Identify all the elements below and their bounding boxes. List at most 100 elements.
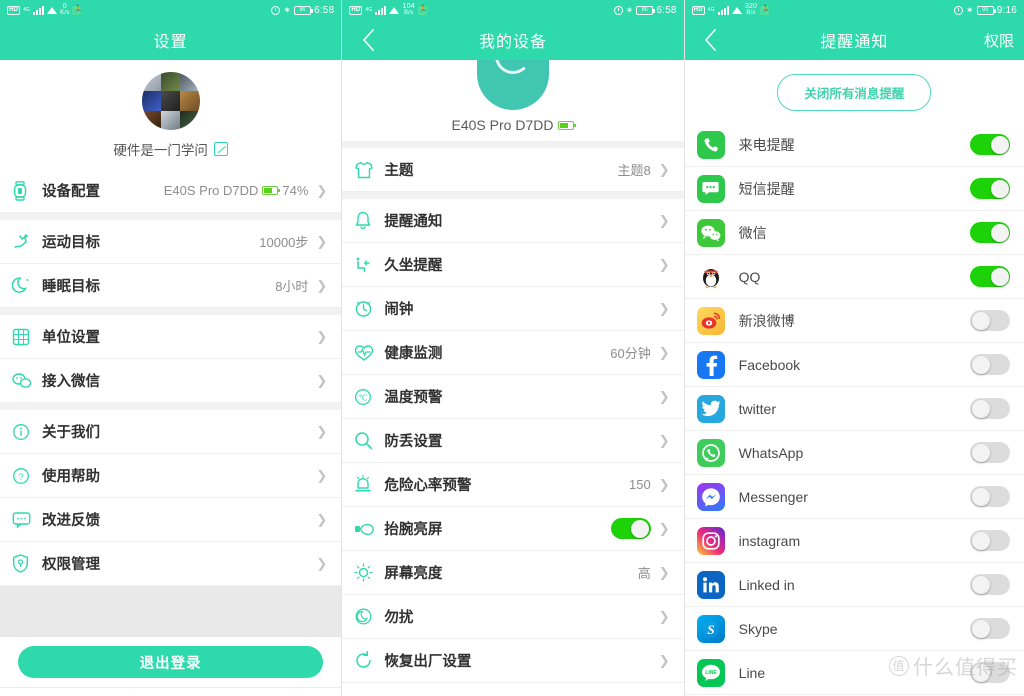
chevron-right-icon: ❯ xyxy=(658,389,670,404)
app-toggle[interactable] xyxy=(970,618,1010,639)
device-row-brightness[interactable]: 屏幕亮度 高 ❯ xyxy=(342,551,684,595)
device-row-hr-alert[interactable]: 危险心率预警 150 ❯ xyxy=(342,463,684,507)
device-row-antilost[interactable]: 防丢设置 ❯ xyxy=(342,419,684,463)
settings-row-about[interactable]: 关于我们 ❯ xyxy=(0,410,342,454)
device-row-camera[interactable]: 拍照 ❯ xyxy=(342,683,684,696)
app-row-call[interactable]: 来电提醒 xyxy=(684,123,1024,167)
app-row-facebook[interactable]: Facebook xyxy=(684,343,1024,387)
device-row-label: 防丢设置 xyxy=(384,434,443,450)
app-row-qq[interactable]: QQ xyxy=(684,255,1024,299)
page-title: 我的设备 xyxy=(478,34,547,51)
device-row-raise-wrist[interactable]: 抬腕亮屏 ❯ xyxy=(342,507,684,551)
brightness-icon xyxy=(354,563,380,582)
device-row-health[interactable]: 健康监测 60分钟 ❯ xyxy=(342,331,684,375)
pencil-edit-icon[interactable] xyxy=(213,142,228,156)
chevron-right-icon: ❯ xyxy=(658,609,670,624)
app-toggle[interactable] xyxy=(970,442,1010,463)
tab-care[interactable]: 关爱 xyxy=(171,688,256,696)
tab-home[interactable]: 主页 xyxy=(0,688,85,696)
chevron-right-icon: ❯ xyxy=(658,257,670,272)
app-name: Skype xyxy=(738,620,778,637)
tab-sport[interactable]: 运动 xyxy=(85,688,170,696)
svg-text:S: S xyxy=(707,622,714,637)
device-row-theme[interactable]: 主题 主题8 ❯ xyxy=(342,148,684,192)
device-row-label: 提醒通知 xyxy=(384,214,443,230)
app-row-wechat[interactable]: 微信 xyxy=(684,211,1024,255)
app-toggle[interactable] xyxy=(970,398,1010,419)
permissions-button[interactable]: 权限 xyxy=(984,30,1014,51)
settings-row-wechat[interactable]: 接入微信 ❯ xyxy=(0,359,342,403)
settings-row-label: 权限管理 xyxy=(42,557,100,573)
network-type-label: 4G xyxy=(23,7,31,13)
phone-call-icon xyxy=(696,130,725,159)
avatar[interactable] xyxy=(141,72,200,130)
settings-row-label: 改进反馈 xyxy=(42,513,100,529)
header-my-device: 我的设备 xyxy=(342,20,684,60)
wechat-icon xyxy=(12,372,38,389)
svg-text:℃: ℃ xyxy=(359,393,368,402)
app-name: 短信提醒 xyxy=(738,180,795,197)
list-filler xyxy=(0,586,342,637)
app-row-skype[interactable]: S Skype xyxy=(684,607,1024,651)
profile-block[interactable]: 硬件是一门学问 xyxy=(0,60,342,169)
sport-app-icon xyxy=(72,5,82,15)
app-toggle[interactable] xyxy=(970,486,1010,507)
list-gap xyxy=(342,192,684,199)
header-settings: 设置 xyxy=(0,20,342,60)
messenger-icon xyxy=(696,482,725,511)
app-row-linkedin[interactable]: Linked in xyxy=(684,563,1024,607)
moon-sleep-icon xyxy=(12,276,38,295)
app-row-sms[interactable]: 短信提醒 xyxy=(684,167,1024,211)
app-toggle[interactable] xyxy=(970,266,1010,287)
tab-settings[interactable]: 设置 xyxy=(256,688,341,696)
back-button[interactable] xyxy=(354,20,382,60)
device-row-temperature[interactable]: ℃ 温度预警 ❯ xyxy=(342,375,684,419)
settings-row-sleep-goal[interactable]: 睡眠目标 8小时 ❯ xyxy=(0,264,342,308)
settings-row-units[interactable]: 单位设置 ❯ xyxy=(0,315,342,359)
skype-icon: S xyxy=(696,614,725,643)
settings-row-permissions[interactable]: 权限管理 ❯ xyxy=(0,542,342,586)
alarm-siren-icon xyxy=(354,475,380,494)
app-toggle[interactable] xyxy=(970,530,1010,551)
settings-row-help[interactable]: ? 使用帮助 ❯ xyxy=(0,454,342,498)
logout-button[interactable]: 退出登录 xyxy=(18,646,324,678)
chevron-right-icon: ❯ xyxy=(316,468,328,483)
header-notifications: 提醒通知 权限 xyxy=(684,20,1024,60)
app-row-weibo[interactable]: 新浪微博 xyxy=(684,299,1024,343)
device-row-alarm[interactable]: 闹钟 ❯ xyxy=(342,287,684,331)
device-row-notify[interactable]: 提醒通知 ❯ xyxy=(342,199,684,243)
app-row-instagram[interactable]: instagram xyxy=(684,519,1024,563)
app-toggle[interactable] xyxy=(970,354,1010,375)
app-toggle[interactable] xyxy=(970,178,1010,199)
app-toggle[interactable] xyxy=(970,310,1010,331)
settings-row-step-goal[interactable]: 运动目标 10000步 ❯ xyxy=(0,220,342,264)
settings-row-label: 设备配置 xyxy=(42,184,100,200)
network-type-label: 4G xyxy=(365,7,373,13)
app-row-twitter[interactable]: twitter xyxy=(684,387,1024,431)
app-toggle[interactable] xyxy=(970,662,1010,683)
device-row-label: 主题 xyxy=(384,163,414,179)
alarm-icon xyxy=(953,5,963,15)
device-name-label: E40S Pro D7DD xyxy=(451,117,554,133)
app-toggle[interactable] xyxy=(970,222,1010,243)
svg-text:LINE: LINE xyxy=(705,670,717,676)
app-toggle[interactable] xyxy=(970,574,1010,595)
chevron-left-icon xyxy=(363,29,374,51)
close-all-notifications-button[interactable]: 关闭所有消息提醒 xyxy=(777,74,932,111)
device-row-sedentary[interactable]: 久坐提醒 ❯ xyxy=(342,243,684,287)
device-row-dnd[interactable]: 勿扰 ❯ xyxy=(342,595,684,639)
feedback-bubble-icon xyxy=(12,511,38,528)
settings-row-feedback[interactable]: 改进反馈 ❯ xyxy=(0,498,342,542)
device-row-factory-reset[interactable]: 恢复出厂设置 ❯ xyxy=(342,639,684,683)
raise-wrist-toggle[interactable] xyxy=(610,518,651,539)
app-row-messenger[interactable]: Messenger xyxy=(684,475,1024,519)
app-toggle[interactable] xyxy=(970,134,1010,155)
app-row-line[interactable]: LINE Line xyxy=(684,651,1024,695)
app-row-whatsapp[interactable]: WhatsApp xyxy=(684,431,1024,475)
chevron-right-icon: ❯ xyxy=(658,653,670,668)
list-gap xyxy=(0,308,342,315)
settings-row-device-config[interactable]: 设备配置 E40S Pro D7DD 74% ❯ xyxy=(0,169,342,213)
back-button[interactable] xyxy=(697,20,725,60)
panel-settings: HD 4G 0 K/s ✶ 86 6:58 设置 xyxy=(0,0,342,696)
close-all-wrap: 关闭所有消息提醒 xyxy=(684,60,1024,123)
